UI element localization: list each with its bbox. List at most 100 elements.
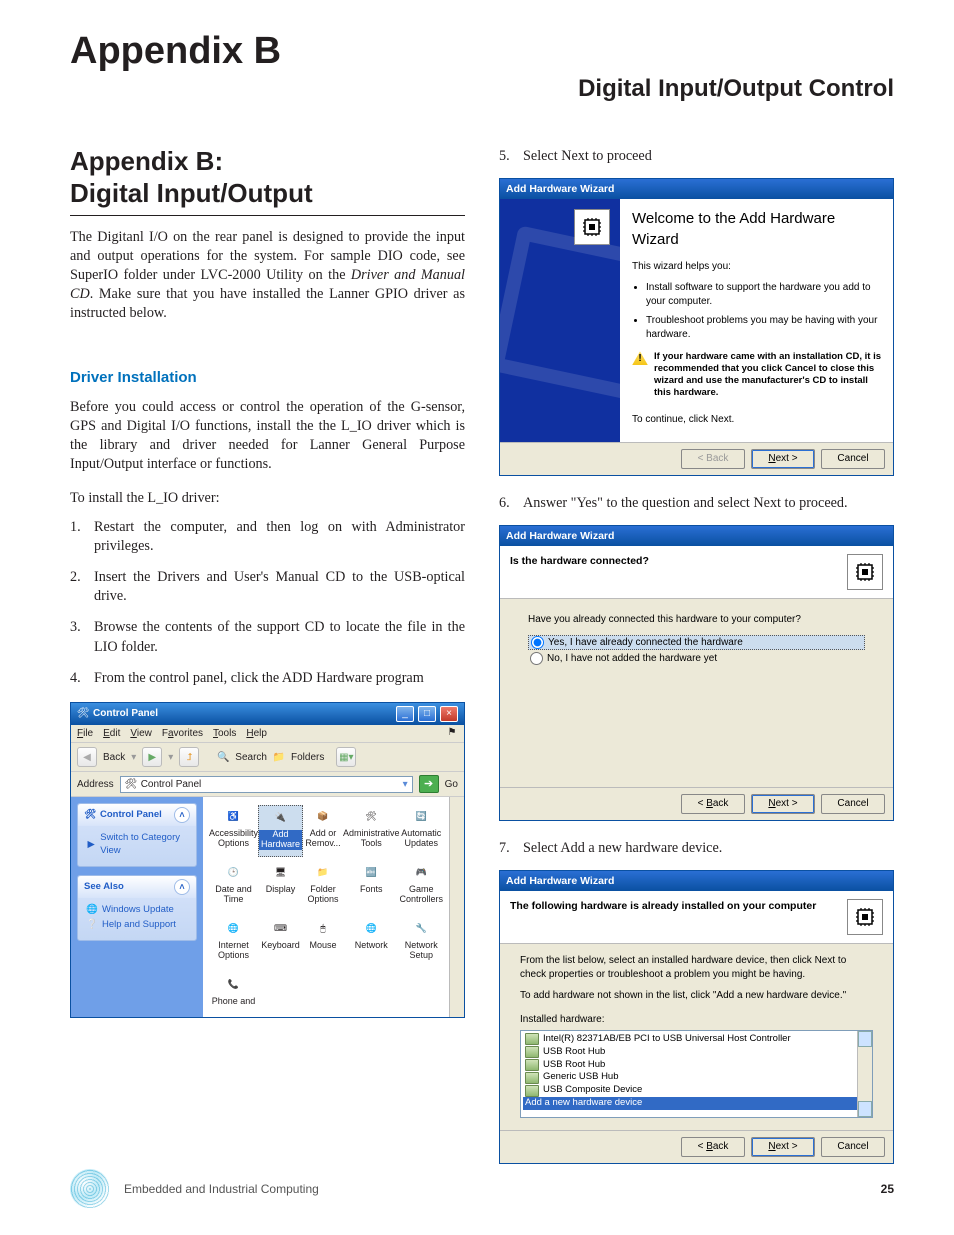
scroll-up-icon[interactable] — [858, 1031, 872, 1047]
cp-item-icon: 🕒 — [221, 861, 247, 883]
hardware-list-item[interactable]: USB Composite Device — [525, 1084, 868, 1097]
add-hardware-wizard-welcome: Add Hardware Wizard Welcome to the Add H… — [499, 178, 894, 476]
heading-rule — [70, 215, 465, 216]
cp-item-add-or-remov-[interactable]: 📦Add or Remov... — [303, 805, 343, 857]
wizard-heading: Welcome to the Add Hardware Wizard — [632, 209, 881, 250]
hardware-list-item[interactable]: USB Root Hub — [525, 1046, 868, 1059]
radio-no[interactable]: No, I have not added the hardware yet — [528, 652, 865, 666]
device-icon — [525, 1046, 539, 1058]
go-button[interactable]: ➔ — [419, 775, 439, 793]
search-icon[interactable]: 🔍 — [217, 751, 229, 763]
cp-item-icon: ⌨ — [268, 917, 294, 939]
scrollbar[interactable] — [857, 1031, 872, 1117]
sidebar-panel-main: 🛠Control Panel˄ ▶Switch to Category View — [77, 803, 197, 867]
back-button[interactable]: < Back — [681, 1137, 745, 1157]
cp-item-phone-and[interactable]: 📞Phone and — [209, 973, 258, 1017]
scrollbar[interactable] — [449, 797, 464, 1017]
wizard-install-p2: To add hardware not shown in the list, c… — [520, 989, 873, 1003]
wizard-helps-text: This wizard helps you: — [632, 260, 881, 274]
address-bar[interactable]: Address 🛠 Control Panel ▾ ➔ Go — [71, 772, 464, 797]
cp-item-mouse[interactable]: 🖱Mouse — [303, 917, 343, 969]
cp-item-administrative-tools[interactable]: 🛠Administrative Tools — [343, 805, 400, 857]
cp-item-display[interactable]: 🖥Display — [258, 861, 303, 913]
step-5: 5.Select Next to proceed — [499, 147, 894, 166]
intro-paragraph: The Digitanl I/O on the rear panel is de… — [70, 228, 465, 324]
cp-item-icon: 🌐 — [221, 917, 247, 939]
menu-help: Help — [246, 727, 267, 741]
cp-item-fonts[interactable]: 🔤Fonts — [343, 861, 400, 913]
add-hardware-wizard-installed-list: Add Hardware Wizard The following hardwa… — [499, 870, 894, 1164]
cp-item-icon: 🖥 — [268, 861, 294, 883]
cp-item-network[interactable]: 🌐Network — [343, 917, 400, 969]
cp-item-icon: 📦 — [310, 805, 336, 827]
page-subtitle: Digital Input/Output Control — [70, 75, 894, 103]
collapse-icon[interactable]: ˄ — [174, 879, 190, 895]
cp-item-icon: 📞 — [221, 973, 247, 995]
brand-globe-icon — [70, 1169, 110, 1209]
wizard-question: Is the hardware connected? — [510, 554, 847, 568]
address-icon: 🛠 — [125, 778, 137, 790]
scroll-down-icon[interactable] — [858, 1101, 872, 1117]
toolbar[interactable]: ◀ Back ▾ ▶ ▾ ⮥ 🔍 Search 📁 Folders ▦▾ — [71, 743, 464, 772]
cp-item-internet-options[interactable]: 🌐Internet Options — [209, 917, 258, 969]
maximize-button[interactable]: □ — [418, 706, 436, 722]
hardware-list-item[interactable]: Intel(R) 82371AB/EB PCI to USB Universal… — [525, 1033, 868, 1046]
installed-hardware-list[interactable]: Intel(R) 82371AB/EB PCI to USB Universal… — [520, 1030, 873, 1118]
cp-item-accessibility-options[interactable]: ♿Accessibility Options — [209, 805, 258, 857]
cp-item-automatic-updates[interactable]: 🔄Automatic Updates — [399, 805, 443, 857]
add-new-hardware-item[interactable]: Add a new hardware device — [523, 1097, 870, 1110]
up-button: ⮥ — [179, 747, 199, 767]
folders-label: Folders — [291, 751, 324, 765]
appendix-title: Appendix B — [70, 30, 894, 73]
wizard-installed-heading: The following hardware is already instal… — [510, 899, 847, 913]
next-button[interactable]: Next > — [751, 449, 815, 469]
menu-view: View — [130, 727, 152, 741]
wizard-continue-text: To continue, click Next. — [632, 413, 881, 427]
hardware-list-item[interactable]: Generic USB Hub — [525, 1071, 868, 1084]
go-label: Go — [445, 778, 458, 792]
forward-button: ▶ — [142, 747, 162, 767]
cp-item-network-setup[interactable]: 🔧Network Setup — [399, 917, 443, 969]
minimize-button[interactable]: _ — [396, 706, 414, 722]
hardware-chip-icon — [847, 554, 883, 590]
installed-hardware-label: Installed hardware: — [520, 1013, 873, 1027]
cp-item-icon: 🌐 — [358, 917, 384, 939]
device-icon — [525, 1033, 539, 1045]
next-button[interactable]: Next > — [751, 794, 815, 814]
cp-item-icon: ♿ — [221, 805, 247, 827]
cp-item-folder-options[interactable]: 📁Folder Options — [303, 861, 343, 913]
switch-category-link[interactable]: ▶Switch to Category View — [86, 832, 188, 858]
cp-item-icon: 🎮 — [408, 861, 434, 883]
cancel-button[interactable]: Cancel — [821, 794, 885, 814]
hardware-list-item[interactable]: USB Root Hub — [525, 1059, 868, 1072]
menu-bar[interactable]: File Edit View Favorites Tools Help ⚑ — [71, 725, 464, 744]
cp-item-add-hardware[interactable]: 🔌Add Hardware — [258, 805, 303, 857]
add-hardware-wizard-connected: Add Hardware Wizard Is the hardware conn… — [499, 525, 894, 821]
cp-item-game-controllers[interactable]: 🎮Game Controllers — [399, 861, 443, 913]
back-label: Back — [103, 751, 125, 765]
next-button[interactable]: Next > — [751, 1137, 815, 1157]
panel-icon: 🛠 — [84, 809, 96, 821]
cancel-button[interactable]: Cancel — [821, 449, 885, 469]
cp-item-icon: 🔧 — [408, 917, 434, 939]
cancel-button[interactable]: Cancel — [821, 1137, 885, 1157]
cp-item-icon: 🛠 — [358, 805, 384, 827]
control-panel-items[interactable]: ♿Accessibility Options🔌Add Hardware📦Add … — [203, 797, 449, 1017]
install-steps-1-4: 1.Restart the computer, and then log on … — [70, 518, 465, 688]
device-icon — [525, 1059, 539, 1071]
collapse-icon[interactable]: ˄ — [174, 807, 190, 823]
control-panel-icon: 🛠 — [77, 708, 89, 720]
menu-file: File — [77, 727, 93, 741]
right-column: 5.Select Next to proceed Add Hardware Wi… — [499, 147, 894, 1182]
cp-item-icon: 🖱 — [310, 917, 336, 939]
help-support-link[interactable]: ❔Help and Support — [86, 919, 188, 932]
windows-update-link[interactable]: 🌐Windows Update — [86, 904, 188, 917]
cp-item-icon: 📁 — [310, 861, 336, 883]
folders-icon[interactable]: 📁 — [273, 751, 285, 763]
back-button[interactable]: < Back — [681, 794, 745, 814]
menu-tools: Tools — [213, 727, 236, 741]
cp-item-date-and-time[interactable]: 🕒Date and Time — [209, 861, 258, 913]
radio-yes[interactable]: Yes, I have already connected the hardwa… — [528, 635, 865, 651]
close-button[interactable]: × — [440, 706, 458, 722]
cp-item-keyboard[interactable]: ⌨Keyboard — [258, 917, 303, 969]
